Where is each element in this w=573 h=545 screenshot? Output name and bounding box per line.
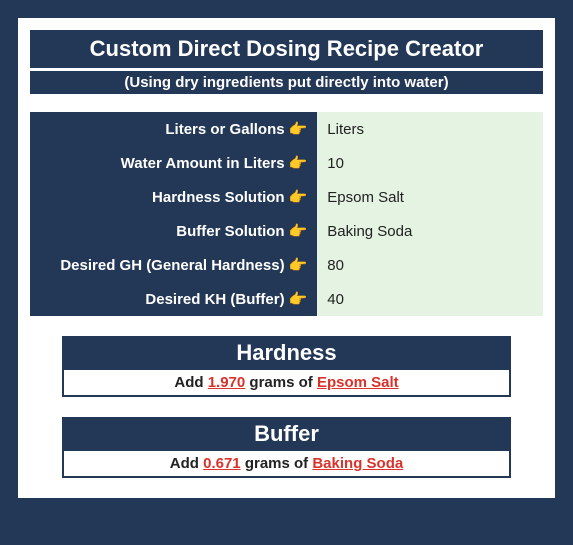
input-label: Hardness Solution👉 <box>30 180 317 214</box>
label-text: Desired GH (General Hardness) <box>60 257 284 274</box>
input-value[interactable]: Baking Soda <box>317 214 543 248</box>
hardness-ingredient: Epsom Salt <box>317 374 399 391</box>
buffer-ingredient: Baking Soda <box>312 455 403 472</box>
label-text: Buffer Solution <box>176 223 284 240</box>
hardness-heading: Hardness <box>62 336 511 370</box>
hardness-section: Hardness Add 1.970 grams of Epsom Salt <box>62 336 511 397</box>
label-text: Desired KH (Buffer) <box>145 291 284 308</box>
pointer-icon: 👉 <box>289 121 308 138</box>
page-subtitle: (Using dry ingredients put directly into… <box>30 71 543 94</box>
input-value[interactable]: Liters <box>317 112 543 146</box>
input-value[interactable]: 10 <box>317 146 543 180</box>
buffer-result: Add 0.671 grams of Baking Soda <box>62 451 511 478</box>
table-row: Desired KH (Buffer) 👉 40 <box>30 282 543 316</box>
label-text: Liters or Gallons <box>165 121 284 138</box>
input-label: Water Amount in Liters👉 <box>30 146 317 180</box>
pointer-icon: 👉 <box>289 223 308 240</box>
input-label: Desired GH (General Hardness) 👉 <box>30 248 317 282</box>
input-label: Liters or Gallons 👉 <box>30 112 317 146</box>
pointer-icon: 👉 <box>289 189 308 206</box>
pointer-icon: 👉 <box>289 291 308 308</box>
buffer-heading: Buffer <box>62 417 511 451</box>
page-title: Custom Direct Dosing Recipe Creator <box>30 30 543 68</box>
buffer-section: Buffer Add 0.671 grams of Baking Soda <box>62 417 511 478</box>
buffer-amount: 0.671 <box>203 455 241 472</box>
input-label: Desired KH (Buffer) 👉 <box>30 282 317 316</box>
input-value[interactable]: 80 <box>317 248 543 282</box>
recipe-card: Custom Direct Dosing Recipe Creator (Usi… <box>18 18 555 498</box>
input-value[interactable]: 40 <box>317 282 543 316</box>
table-row: Water Amount in Liters👉10 <box>30 146 543 180</box>
input-value[interactable]: Epsom Salt <box>317 180 543 214</box>
table-row: Hardness Solution👉Epsom Salt <box>30 180 543 214</box>
label-text: Water Amount in Liters <box>121 155 285 172</box>
table-row: Buffer Solution 👉 Baking Soda <box>30 214 543 248</box>
hardness-prefix: Add <box>174 374 207 391</box>
pointer-icon: 👉 <box>289 155 308 172</box>
hardness-result: Add 1.970 grams of Epsom Salt <box>62 370 511 397</box>
buffer-prefix: Add <box>170 455 203 472</box>
pointer-icon: 👉 <box>289 257 308 274</box>
hardness-amount: 1.970 <box>208 374 246 391</box>
table-row: Desired GH (General Hardness) 👉 80 <box>30 248 543 282</box>
input-label: Buffer Solution 👉 <box>30 214 317 248</box>
table-row: Liters or Gallons 👉 Liters <box>30 112 543 146</box>
input-table: Liters or Gallons👉LitersWater Amount in … <box>30 112 543 316</box>
hardness-mid: grams of <box>249 374 317 391</box>
buffer-mid: grams of <box>245 455 313 472</box>
label-text: Hardness Solution <box>152 189 285 206</box>
